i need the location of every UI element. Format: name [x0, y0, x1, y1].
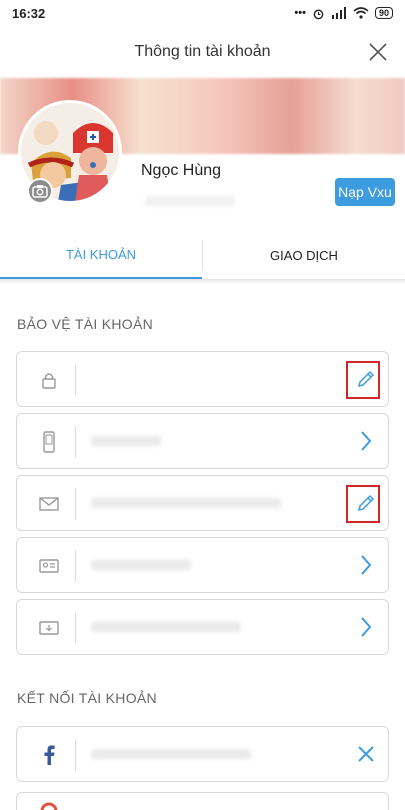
status-bar: 16:32 ••• 90: [0, 0, 405, 26]
wifi-icon: [353, 7, 369, 19]
section-title-connect: KẾT NỐI TÀI KHOẢN: [17, 690, 157, 706]
address-value-blurred: [91, 622, 241, 632]
google-row[interactable]: [16, 792, 389, 810]
facebook-value-blurred: [91, 749, 251, 759]
chevron-right-icon: [361, 431, 372, 451]
alarm-icon: [313, 9, 324, 19]
facebook-icon: [39, 745, 59, 765]
email-value-blurred: [91, 498, 281, 508]
highlight-box: [346, 361, 380, 399]
tab-shadow: [0, 280, 405, 284]
page-title: Thông tin tài khoản: [134, 43, 271, 60]
user-id-blurred: [145, 196, 235, 206]
address-row[interactable]: [16, 599, 389, 655]
google-icon: [39, 801, 59, 810]
id-card-chevron-button[interactable]: [354, 553, 378, 577]
section-title-protect: BẢO VỆ TÀI KHOẢN: [17, 316, 154, 332]
lock-icon: [39, 370, 59, 390]
email-row[interactable]: [16, 475, 389, 531]
mail-icon: [39, 494, 59, 514]
user-name: Ngọc Hùng: [141, 162, 222, 179]
tab-account[interactable]: TÀI KHOẢN: [0, 232, 202, 279]
id-value-blurred: [91, 560, 191, 570]
status-time: 16:32: [12, 5, 46, 21]
notification-dots: •••: [294, 7, 306, 19]
monitor-icon: [39, 618, 59, 638]
battery-indicator: 90: [374, 7, 393, 19]
row-divider: [75, 739, 76, 771]
close-icon: [358, 746, 374, 762]
row-divider: [75, 364, 76, 396]
app-header: Thông tin tài khoản: [0, 26, 405, 78]
password-row[interactable]: [16, 351, 389, 407]
close-button[interactable]: [365, 39, 391, 65]
signal-icon: [331, 7, 346, 19]
phone-icon: [39, 431, 59, 453]
phone-value-blurred: [91, 436, 161, 446]
disconnect-facebook-button[interactable]: [354, 742, 378, 766]
address-chevron-button[interactable]: [354, 615, 378, 639]
camera-icon: [32, 185, 48, 198]
row-divider: [75, 612, 76, 644]
topup-button[interactable]: Nạp Vxu: [335, 178, 395, 206]
row-divider: [75, 426, 76, 458]
row-divider: [75, 550, 76, 582]
close-icon: [369, 43, 387, 61]
chevron-right-icon: [361, 555, 372, 575]
id-card-row[interactable]: [16, 537, 389, 593]
change-avatar-button[interactable]: [27, 178, 53, 204]
tab-transactions[interactable]: GIAO DỊCH: [203, 232, 405, 279]
facebook-row[interactable]: [16, 726, 389, 782]
phone-chevron-button[interactable]: [354, 429, 378, 453]
chevron-right-icon: [361, 617, 372, 637]
status-icons: ••• 90: [294, 7, 393, 20]
highlight-box: [346, 485, 380, 523]
id-card-icon: [39, 556, 59, 576]
tab-bar: TÀI KHOẢN GIAO DỊCH: [0, 232, 405, 280]
row-divider: [75, 488, 76, 520]
phone-row[interactable]: [16, 413, 389, 469]
